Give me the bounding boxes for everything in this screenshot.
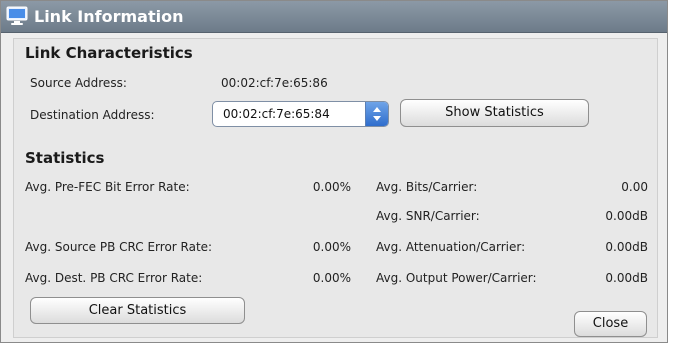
monitor-icon xyxy=(6,6,28,25)
dest-pb-crc-value: 0.00% xyxy=(312,271,351,285)
destination-address-label: Destination Address: xyxy=(30,108,155,122)
source-address-value: 00:02:cf:7e:65:86 xyxy=(221,76,328,90)
attenuation-per-carrier-value: 0.00dB xyxy=(605,240,648,254)
source-pb-crc-label: Avg. Source PB CRC Error Rate: xyxy=(25,240,213,254)
destination-address-select[interactable]: 00:02:cf:7e:65:84 xyxy=(212,101,389,127)
content-panel: Link Characteristics Source Address: 00:… xyxy=(13,38,658,338)
dest-pb-crc-label: Avg. Dest. PB CRC Error Rate: xyxy=(25,271,203,285)
pre-fec-ber-label: Avg. Pre-FEC Bit Error Rate: xyxy=(25,180,190,194)
window-title: Link Information xyxy=(34,7,184,26)
close-button[interactable]: Close xyxy=(574,311,647,337)
title-bar[interactable]: Link Information xyxy=(1,1,667,33)
destination-address-value: 00:02:cf:7e:65:84 xyxy=(223,107,330,121)
link-characteristics-heading: Link Characteristics xyxy=(25,44,193,62)
attenuation-per-carrier-label: Avg. Attenuation/Carrier: xyxy=(376,240,526,254)
output-power-per-carrier-label: Avg. Output Power/Carrier: xyxy=(376,271,537,285)
source-address-label: Source Address: xyxy=(30,76,127,90)
select-stepper-icon xyxy=(365,102,388,126)
show-statistics-button[interactable]: Show Statistics xyxy=(400,99,589,127)
statistics-heading: Statistics xyxy=(25,149,105,167)
snr-per-carrier-value: 0.00dB xyxy=(605,209,648,223)
snr-per-carrier-label: Avg. SNR/Carrier: xyxy=(376,209,480,223)
source-pb-crc-value: 0.00% xyxy=(312,240,351,254)
output-power-per-carrier-value: 0.00dB xyxy=(605,271,648,285)
clear-statistics-button[interactable]: Clear Statistics xyxy=(30,297,245,324)
link-information-window: Link Information Link Characteristics So… xyxy=(0,0,668,343)
bits-per-carrier-value: 0.00 xyxy=(621,180,648,194)
pre-fec-ber-value: 0.00% xyxy=(312,180,351,194)
bits-per-carrier-label: Avg. Bits/Carrier: xyxy=(376,180,478,194)
